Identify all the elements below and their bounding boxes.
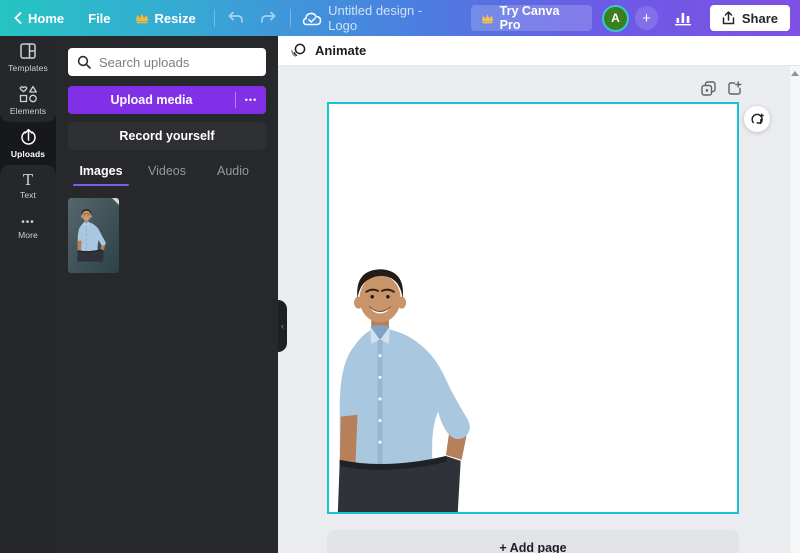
sidebar-item-uploads[interactable]: Uploads	[0, 122, 56, 165]
add-page-icon-button[interactable]	[726, 80, 742, 96]
search-uploads-box[interactable]	[68, 48, 275, 76]
file-label: File	[88, 10, 111, 26]
uploaded-image-thumbnail[interactable]	[68, 198, 119, 273]
bar-chart-icon	[675, 13, 692, 26]
duplicate-page-button[interactable]	[700, 80, 716, 96]
sidebar-group-top: Templates Elements	[0, 36, 56, 122]
sidebar: Templates Elements Uploads T Text ••• Mo…	[0, 36, 56, 553]
home-button[interactable]: Home	[14, 0, 76, 36]
file-menu-button[interactable]: File	[76, 0, 122, 36]
tab-label: Videos	[148, 164, 186, 178]
add-member-button[interactable]: +	[634, 6, 659, 30]
sidebar-item-label: Uploads	[10, 149, 46, 159]
page-actions	[700, 80, 742, 96]
sidebar-group-bottom: T Text ••• More	[0, 165, 56, 553]
uploaded-images-grid	[68, 198, 266, 273]
undo-icon	[229, 11, 244, 23]
more-dots-icon: •••	[21, 217, 35, 228]
uploaded-photo-man	[68, 198, 119, 273]
toolbar-separator	[289, 9, 291, 27]
record-yourself-label: Record yourself	[119, 129, 215, 143]
upload-options-button[interactable]: •••	[236, 95, 266, 105]
search-icon	[77, 55, 91, 69]
plus-icon: +	[642, 9, 651, 27]
search-uploads-input[interactable]	[99, 54, 275, 70]
insights-button[interactable]	[668, 3, 698, 33]
add-page-icon	[727, 80, 741, 95]
tab-label: Images	[79, 164, 123, 178]
context-toolbar: Animate	[278, 36, 800, 66]
crown-icon	[481, 13, 493, 23]
panel-collapse-handle[interactable]: ‹	[278, 300, 287, 352]
upload-media-label: Upload media	[110, 93, 193, 107]
toolbar-separator	[213, 9, 215, 27]
export-icon	[722, 11, 735, 25]
save-status-button[interactable]	[297, 0, 328, 36]
sidebar-item-label: Text	[20, 189, 36, 200]
collapse-chevron-icon: ‹	[281, 321, 284, 331]
canvas-image-man[interactable]	[327, 265, 499, 513]
tab-label: Audio	[217, 164, 249, 178]
sidebar-item-label: Templates	[8, 63, 48, 73]
home-label: Home	[28, 10, 65, 26]
canvas-area: Animate + Add page	[278, 36, 800, 553]
text-tool-icon: T	[22, 170, 33, 189]
animate-label: Animate	[315, 43, 367, 58]
upload-cloud-icon	[20, 128, 36, 145]
sidebar-item-label: Elements	[9, 106, 47, 116]
uploads-tabs: Images Videos Audio	[68, 164, 266, 186]
record-yourself-button[interactable]: Record yourself	[68, 122, 266, 150]
rotate-button[interactable]	[744, 106, 770, 132]
redo-button[interactable]	[252, 0, 283, 36]
redo-icon	[261, 11, 276, 23]
account-avatar[interactable]: A	[602, 4, 629, 32]
resize-button[interactable]: Resize	[123, 0, 208, 36]
tab-audio[interactable]: Audio	[200, 164, 266, 186]
crown-icon	[135, 13, 148, 24]
resize-label: Resize	[154, 10, 196, 26]
add-page-label: + Add page	[499, 541, 567, 553]
design-title[interactable]: Untitled design - Logo	[328, 3, 452, 33]
try-pro-label: Try Canva Pro	[499, 4, 560, 32]
sidebar-item-templates[interactable]: Templates	[0, 36, 56, 79]
elements-icon	[19, 85, 37, 103]
scrollbar[interactable]	[789, 66, 800, 553]
design-page[interactable]	[327, 102, 739, 514]
duplicate-page-icon	[700, 80, 716, 96]
topbar: Home File Resize Untitled design - Logo	[0, 0, 800, 36]
add-page-button[interactable]: + Add page	[327, 530, 739, 553]
try-canva-pro-button[interactable]: Try Canva Pro	[470, 4, 593, 32]
share-label: Share	[741, 10, 778, 26]
thumbnail-corner-fold	[112, 198, 119, 205]
animate-button[interactable]: Animate	[290, 43, 366, 59]
upload-media-button[interactable]: Upload media •••	[68, 86, 266, 114]
tab-videos[interactable]: Videos	[134, 164, 200, 186]
scroll-up-arrow-icon[interactable]	[791, 71, 799, 76]
sidebar-item-elements[interactable]: Elements	[0, 79, 56, 122]
undo-button[interactable]	[221, 0, 252, 36]
sidebar-item-label: More	[18, 230, 38, 240]
sidebar-item-more[interactable]: ••• More	[0, 208, 56, 251]
animate-icon	[291, 43, 306, 57]
rotate-icon	[750, 112, 764, 124]
canvas-viewport[interactable]: + Add page	[278, 66, 800, 553]
uploads-panel: Upload media ••• Record yourself Images …	[56, 36, 287, 553]
sidebar-item-text[interactable]: T Text	[0, 165, 56, 208]
avatar-letter: A	[611, 11, 620, 25]
templates-icon	[20, 43, 36, 59]
cloud-check-icon	[303, 12, 322, 25]
chevron-left-icon	[14, 12, 22, 24]
tab-images[interactable]: Images	[68, 164, 134, 186]
share-button[interactable]: Share	[709, 5, 790, 31]
